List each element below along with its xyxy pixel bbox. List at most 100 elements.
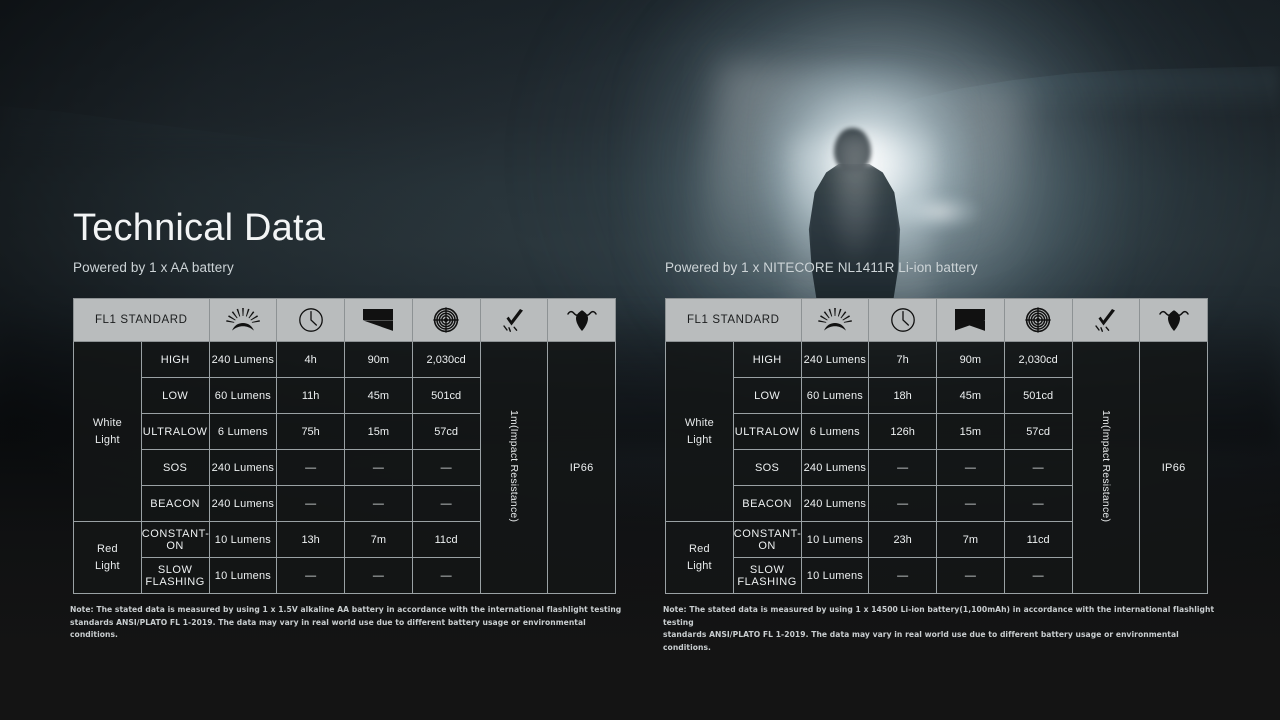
cell-intensity: 501cd xyxy=(1004,378,1072,414)
cell-lumens: 240 Lumens xyxy=(209,486,277,522)
impact-resistance-value: 1m(Impact Resistance) xyxy=(508,410,520,522)
table-row: White Light HIGH 240 Lumens 4h 90m 2,030… xyxy=(74,342,616,378)
note-line-1: Note: The stated data is measured by usi… xyxy=(663,604,1223,629)
group-label-white-light: White Light xyxy=(666,342,734,522)
cell-runtime: — xyxy=(869,486,937,522)
table-body: White Light HIGH 240 Lumens 7h 90m 2,030… xyxy=(666,342,1208,594)
header-beam-distance xyxy=(937,299,1005,342)
content-layer: Technical Data Powered by 1 x AA battery… xyxy=(0,0,1280,720)
table-header: FL1 STANDARD xyxy=(666,299,1208,342)
mode-name: HIGH xyxy=(733,342,801,378)
mode-name: LOW xyxy=(733,378,801,414)
left-table-note: Note: The stated data is measured by usi… xyxy=(70,604,630,642)
note-line-1: Note: The stated data is measured by usi… xyxy=(70,604,630,617)
cell-runtime: 7h xyxy=(869,342,937,378)
runtime-clock-icon xyxy=(869,299,936,341)
cell-lumens: 10 Lumens xyxy=(209,558,277,594)
cell-intensity: — xyxy=(412,450,480,486)
header-peak-intensity xyxy=(1004,299,1072,342)
cell-lumens: 10 Lumens xyxy=(209,522,277,558)
group-label-red-light: Red Light xyxy=(74,522,142,594)
header-runtime xyxy=(277,299,345,342)
cell-runtime: 126h xyxy=(869,414,937,450)
cell-runtime: — xyxy=(277,450,345,486)
group-label-white-light: White Light xyxy=(74,342,142,522)
mode-name: CONSTANT-ON xyxy=(733,522,801,558)
slide-root: Technical Data Powered by 1 x AA battery… xyxy=(0,0,1280,720)
cell-distance: — xyxy=(345,450,413,486)
water-resistance-icon xyxy=(1140,299,1207,341)
header-fl1-standard: FL1 STANDARD xyxy=(74,299,210,342)
cell-distance: — xyxy=(345,558,413,594)
cell-intensity: — xyxy=(1004,558,1072,594)
cell-distance: — xyxy=(937,558,1005,594)
mode-name: BEACON xyxy=(733,486,801,522)
liion-battery-spec-table: FL1 STANDARD xyxy=(665,298,1208,594)
cell-lumens: 60 Lumens xyxy=(801,378,869,414)
cell-distance: — xyxy=(937,450,1005,486)
mode-name: ULTRALOW xyxy=(733,414,801,450)
cell-intensity: 2,030cd xyxy=(1004,342,1072,378)
header-peak-intensity xyxy=(412,299,480,342)
header-runtime xyxy=(869,299,937,342)
note-line-2: standards ANSI/PLATO FL 1-2019. The data… xyxy=(70,617,630,642)
cell-intensity: 2,030cd xyxy=(412,342,480,378)
cell-water-resistance: IP66 xyxy=(548,342,616,594)
group-label-line1: White xyxy=(93,417,122,429)
cell-impact-resistance: 1m(Impact Resistance) xyxy=(480,342,548,594)
left-table-subtitle: Powered by 1 x AA battery xyxy=(73,260,234,275)
right-table-subtitle: Powered by 1 x NITECORE NL1411R Li-ion b… xyxy=(665,260,978,275)
header-row: FL1 STANDARD xyxy=(74,299,616,342)
header-lumens xyxy=(209,299,277,342)
cell-intensity: 11cd xyxy=(412,522,480,558)
group-label-line2: Light xyxy=(95,434,120,446)
mode-name: SLOW FLASHING xyxy=(733,558,801,594)
mode-name: ULTRALOW xyxy=(141,414,209,450)
note-line-2: standards ANSI/PLATO FL 1-2019. The data… xyxy=(663,629,1223,654)
cell-runtime: — xyxy=(869,450,937,486)
cell-intensity: — xyxy=(1004,450,1072,486)
cell-distance: 15m xyxy=(345,414,413,450)
mode-name: HIGH xyxy=(141,342,209,378)
header-lumens xyxy=(801,299,869,342)
cell-runtime: 11h xyxy=(277,378,345,414)
cell-distance: — xyxy=(937,486,1005,522)
cell-lumens: 10 Lumens xyxy=(801,558,869,594)
cell-intensity: 57cd xyxy=(412,414,480,450)
impact-resistance-icon xyxy=(1073,299,1140,341)
cell-lumens: 6 Lumens xyxy=(801,414,869,450)
right-table-note: Note: The stated data is measured by usi… xyxy=(663,604,1223,654)
header-row: FL1 STANDARD xyxy=(666,299,1208,342)
peak-beam-intensity-icon xyxy=(413,299,480,341)
cell-distance: 90m xyxy=(345,342,413,378)
cell-lumens: 240 Lumens xyxy=(209,450,277,486)
group-label-line1: White xyxy=(685,417,714,429)
cell-runtime: — xyxy=(277,486,345,522)
cell-runtime: 23h xyxy=(869,522,937,558)
cell-intensity: 11cd xyxy=(1004,522,1072,558)
peak-beam-intensity-icon xyxy=(1005,299,1072,341)
group-label-line1: Red xyxy=(97,543,118,555)
lumens-icon xyxy=(210,299,277,341)
group-label-line1: Red xyxy=(689,543,710,555)
cell-intensity: 57cd xyxy=(1004,414,1072,450)
table-header: FL1 STANDARD xyxy=(74,299,616,342)
cell-lumens: 240 Lumens xyxy=(801,450,869,486)
header-water-resistance xyxy=(548,299,616,342)
impact-resistance-value: 1m(Impact Resistance) xyxy=(1100,410,1112,522)
mode-name: SOS xyxy=(141,450,209,486)
lumens-icon xyxy=(802,299,869,341)
group-label-red-light: Red Light xyxy=(666,522,734,594)
cell-runtime: — xyxy=(869,558,937,594)
cell-lumens: 60 Lumens xyxy=(209,378,277,414)
water-resistance-icon xyxy=(548,299,615,341)
header-water-resistance xyxy=(1140,299,1208,342)
beam-distance-icon xyxy=(937,299,1004,341)
cell-intensity: — xyxy=(412,486,480,522)
header-impact-resistance xyxy=(480,299,548,342)
cell-runtime: 4h xyxy=(277,342,345,378)
cell-lumens: 10 Lumens xyxy=(801,522,869,558)
mode-name: SOS xyxy=(733,450,801,486)
cell-distance: 45m xyxy=(937,378,1005,414)
header-impact-resistance xyxy=(1072,299,1140,342)
